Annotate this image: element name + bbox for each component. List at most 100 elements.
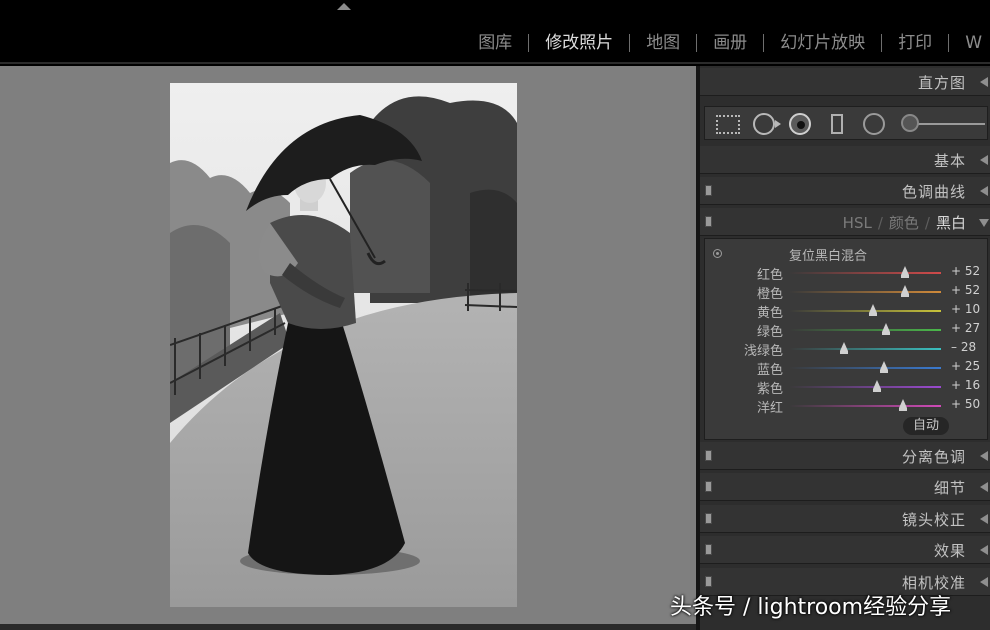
- filmstrip-edge: [0, 624, 696, 630]
- bw-slider-track[interactable]: [789, 348, 941, 350]
- detail-header[interactable]: 细节: [700, 473, 990, 501]
- module-slideshow[interactable]: 幻灯片放映: [764, 30, 881, 56]
- module-library[interactable]: 图库: [462, 30, 528, 56]
- bw-slider-track[interactable]: [789, 291, 941, 293]
- bw-slider-thumb[interactable]: [880, 361, 888, 373]
- bw-slider-row: 浅绿色 – 28: [705, 339, 989, 359]
- spot-removal-arrow-icon: [775, 120, 781, 128]
- graduated-filter-icon[interactable]: [831, 114, 843, 134]
- bw-slider-value[interactable]: + 50: [951, 397, 980, 411]
- collapse-triangle-icon[interactable]: [980, 482, 988, 492]
- bw-slider-thumb[interactable]: [839, 342, 848, 354]
- bw-portrait-image: [170, 83, 517, 607]
- panel-switch-icon[interactable]: [705, 481, 712, 492]
- panel-switch-icon[interactable]: [705, 185, 712, 196]
- bw-slider-label: 浅绿色: [743, 344, 783, 359]
- bw-slider-value[interactable]: + 16: [951, 378, 980, 392]
- bw-slider-row: 蓝色 + 25: [705, 358, 989, 378]
- bw-slider-value[interactable]: + 25: [951, 359, 980, 373]
- bw-slider-label: 红色: [756, 268, 783, 283]
- collapse-triangle-icon[interactable]: [980, 77, 988, 87]
- bw-slider-value[interactable]: + 52: [951, 264, 980, 278]
- adjustment-brush-icon[interactable]: [901, 114, 919, 132]
- bw-slider-row: 绿色 + 27: [705, 320, 989, 340]
- lens-corrections-title: 镜头校正: [901, 511, 966, 529]
- bw-slider-row: 黄色 + 10: [705, 301, 989, 321]
- bw-slider-track[interactable]: [789, 367, 941, 369]
- lens-corrections-header[interactable]: 镜头校正: [700, 505, 990, 533]
- bw-slider-label: 蓝色: [756, 363, 783, 378]
- develop-right-panel: 直方图 基本 色调曲线 HSL / 颜色 / 黑白 复位黑白混合 红色 + 52 橙色 + 5…: [700, 66, 990, 630]
- photo-preview[interactable]: [170, 83, 517, 607]
- bw-mix-section: 复位黑白混合 红色 + 52 橙色 + 52 黄色 + 10 绿色 + 27 浅绿色 – 28 蓝色…: [704, 238, 988, 440]
- adjustment-brush-track: [917, 123, 985, 125]
- bw-slider-track[interactable]: [789, 272, 941, 274]
- bw-slider-track[interactable]: [789, 386, 941, 388]
- split-toning-title: 分离色调: [901, 448, 966, 466]
- effects-title: 效果: [933, 542, 966, 560]
- bw-slider-value[interactable]: + 52: [951, 283, 980, 297]
- tone-curve-header[interactable]: 色调曲线: [700, 177, 990, 205]
- spot-removal-icon[interactable]: [753, 113, 775, 135]
- bw-slider-thumb[interactable]: [873, 380, 882, 392]
- bw-slider-track[interactable]: [789, 329, 941, 331]
- module-picker: 图库 修改照片 地图 画册 幻灯片放映 打印 W: [462, 30, 990, 56]
- bw-slider-row: 红色 + 52: [705, 263, 989, 283]
- panel-switch-icon[interactable]: [705, 576, 712, 587]
- bw-slider-value[interactable]: + 27: [951, 321, 980, 335]
- bw-slider-thumb[interactable]: [881, 323, 890, 335]
- histogram-header[interactable]: 直方图: [700, 68, 990, 96]
- hsl-tabs: HSL / 颜色 / 黑白: [842, 214, 966, 232]
- auto-button[interactable]: 自动: [903, 417, 949, 435]
- bw-slider-thumb[interactable]: [900, 285, 909, 297]
- expand-triangle-icon[interactable]: [979, 219, 989, 227]
- bw-slider-row: 紫色 + 16: [705, 377, 989, 397]
- module-bar: 图库 修改照片 地图 画册 幻灯片放映 打印 W: [0, 0, 990, 64]
- crop-overlay-icon[interactable]: [716, 115, 740, 134]
- collapse-triangle-icon[interactable]: [980, 514, 988, 524]
- panel-switch-icon[interactable]: [705, 450, 712, 461]
- bw-slider-value[interactable]: – 28: [951, 340, 976, 354]
- module-map[interactable]: 地图: [630, 30, 696, 56]
- basic-header[interactable]: 基本: [700, 146, 990, 174]
- basic-title: 基本: [933, 152, 966, 170]
- tab-hsl[interactable]: HSL: [843, 214, 872, 232]
- collapse-triangle-icon[interactable]: [980, 186, 988, 196]
- bw-slider-thumb[interactable]: [868, 304, 877, 316]
- bw-slider-row: 橙色 + 52: [705, 282, 989, 302]
- detail-title: 细节: [933, 479, 966, 497]
- collapse-triangle-icon[interactable]: [980, 155, 988, 165]
- bw-slider-value[interactable]: + 10: [951, 302, 980, 316]
- tab-color[interactable]: 颜色: [889, 214, 919, 232]
- radial-filter-icon[interactable]: [863, 113, 885, 135]
- red-eye-pupil-icon: [797, 121, 805, 129]
- hsl-header: HSL / 颜色 / 黑白: [700, 208, 990, 236]
- split-toning-header[interactable]: 分离色调: [700, 442, 990, 470]
- watermark: 头条号 / lightroom经验分享: [670, 595, 952, 620]
- tab-bw[interactable]: 黑白: [936, 214, 966, 232]
- bw-slider-label: 紫色: [756, 382, 783, 397]
- reset-target-icon[interactable]: [713, 249, 722, 258]
- bw-slider-track[interactable]: [789, 310, 941, 312]
- bw-slider-label: 橙色: [756, 287, 783, 302]
- module-book[interactable]: 画册: [697, 30, 763, 56]
- module-print[interactable]: 打印: [882, 30, 948, 56]
- module-web[interactable]: W: [949, 30, 990, 56]
- reset-bw-mix[interactable]: 复位黑白混合: [789, 245, 867, 264]
- panel-switch-icon[interactable]: [705, 513, 712, 524]
- bw-slider-label: 黄色: [756, 306, 783, 321]
- panel-switch-icon[interactable]: [705, 216, 712, 227]
- panel-switch-icon[interactable]: [705, 544, 712, 555]
- bw-slider-track[interactable]: [789, 405, 941, 407]
- bw-slider-label: 绿色: [756, 325, 783, 340]
- module-develop[interactable]: 修改照片: [529, 30, 629, 56]
- bw-slider-thumb[interactable]: [899, 399, 907, 411]
- bw-slider-label: 洋红: [756, 401, 783, 416]
- collapse-top-panel-icon[interactable]: [337, 3, 351, 10]
- collapse-triangle-icon[interactable]: [980, 451, 988, 461]
- collapse-triangle-icon[interactable]: [980, 577, 988, 587]
- bw-slider-row: 洋红 + 50: [705, 396, 989, 416]
- effects-header[interactable]: 效果: [700, 536, 990, 564]
- collapse-triangle-icon[interactable]: [980, 545, 988, 555]
- bw-slider-thumb[interactable]: [900, 266, 909, 278]
